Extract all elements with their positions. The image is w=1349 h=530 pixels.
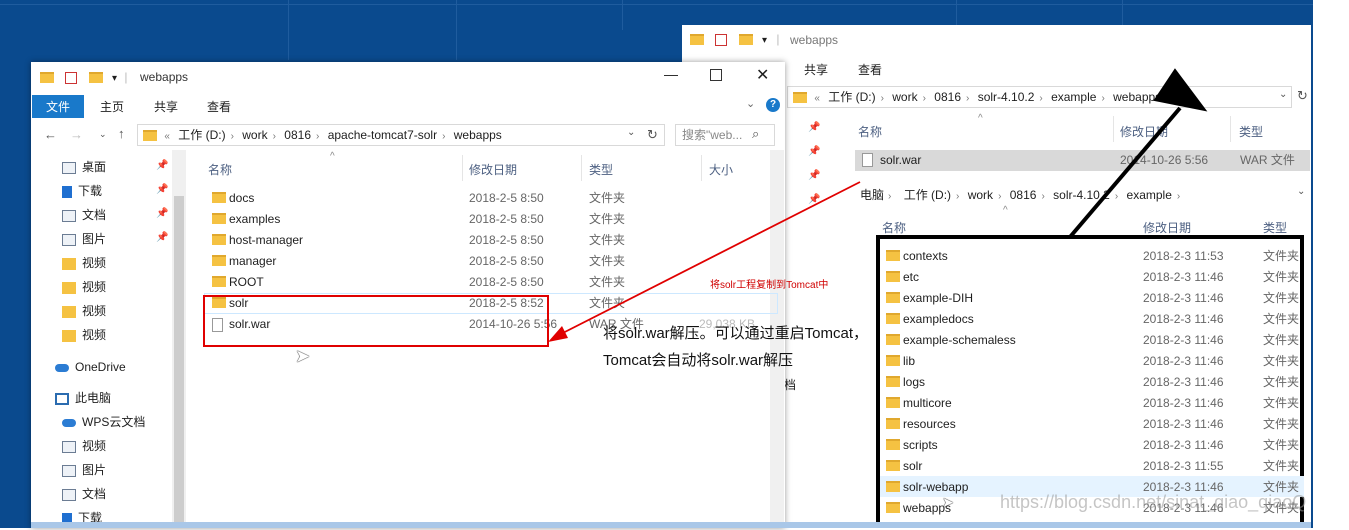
annotation-arrows	[548, 68, 1208, 342]
unzip-annotation-line2: Tomcat会自动将solr.war解压	[603, 352, 794, 369]
mouse-cursor-icon: ➤	[295, 346, 311, 366]
black-arrow-head	[1153, 68, 1208, 112]
red-arrow-head	[548, 326, 568, 342]
copy-annotation: 将solr工程复制到Tomcat中	[710, 280, 829, 291]
black-arrow-line	[1068, 106, 1182, 239]
mouse-cursor-icon: ➤	[942, 494, 954, 510]
watermark: https://blog.csdn.net/sinat_qiao_qiaoQ	[1000, 492, 1307, 512]
taskbar-strip	[31, 522, 1311, 528]
red-arrow-line	[552, 181, 861, 339]
unzip-annotation-line1: 将solr.war解压。可以通过重启Tomcat，	[603, 325, 869, 342]
